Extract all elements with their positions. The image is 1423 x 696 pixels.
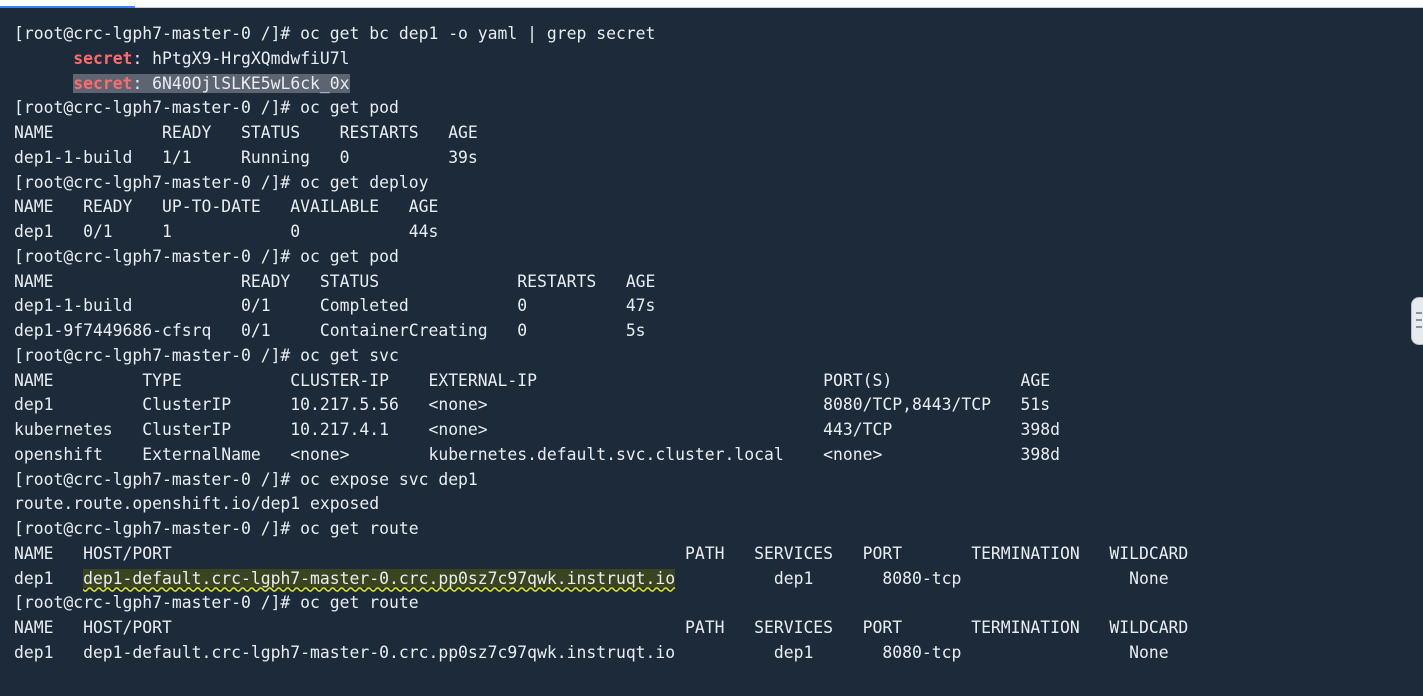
line-text xyxy=(14,49,73,68)
top-bar-accent xyxy=(0,6,135,8)
grip-handle-icon[interactable] xyxy=(1411,297,1423,345)
terminal-line: [root@crc-lgph7-master-0 /]# oc get depl… xyxy=(14,171,1404,196)
line-text: NAME HOST/PORT PATH SERVICES PORT TERMIN… xyxy=(14,618,1189,637)
grip-line xyxy=(1416,312,1422,314)
line-text: [root@crc-lgph7-master-0 /]# oc get bc d… xyxy=(14,24,656,43)
line-text: NAME READY STATUS RESTARTS AGE xyxy=(14,123,478,142)
terminal-line: [root@crc-lgph7-master-0 /]# oc get pod xyxy=(14,245,1404,270)
line-text: NAME READY UP-TO-DATE AVAILABLE AGE xyxy=(14,197,439,217)
line-text: kubernetes ClusterIP 10.217.4.1 <none> 4… xyxy=(14,420,1061,439)
terminal-output[interactable]: [root@crc-lgph7-master-0 /]# oc get bc d… xyxy=(14,22,1404,666)
terminal-line: [root@crc-lgph7-master-0 /]# oc get rout… xyxy=(14,517,1404,542)
line-text: dep1 0/1 1 0 44s xyxy=(14,222,439,241)
terminal-line: NAME READY STATUS RESTARTS AGE xyxy=(14,270,1404,295)
line-text: route.route.openshift.io/dep1 exposed xyxy=(14,494,380,514)
grip-line xyxy=(1416,319,1422,321)
line-text: : 6N40OjlSLKE5wL6ck_0x xyxy=(132,73,350,93)
line-text: dep1-1-build 0/1 Completed 0 47s xyxy=(14,296,656,316)
grip-line xyxy=(1416,326,1422,328)
terminal-window[interactable]: [root@crc-lgph7-master-0 /]# oc get bc d… xyxy=(0,0,1423,696)
terminal-line: secret: 6N40OjlSLKE5wL6ck_0x xyxy=(14,72,1404,97)
terminal-line: dep1 dep1-default.crc-lgph7-master-0.crc… xyxy=(14,641,1404,666)
terminal-line: [root@crc-lgph7-master-0 /]# oc get svc xyxy=(14,344,1404,369)
line-text: [root@crc-lgph7-master-0 /]# oc get pod xyxy=(14,246,399,266)
line-text xyxy=(14,74,73,93)
line-text: : hPtgX9-HrgXQmdwfiU7l xyxy=(132,48,350,68)
terminal-line: [root@crc-lgph7-master-0 /]# oc expose s… xyxy=(14,468,1404,493)
line-text: [root@crc-lgph7-master-0 /]# oc get svc xyxy=(14,345,399,365)
terminal-line: secret: hPtgX9-HrgXQmdwfiU7l xyxy=(14,47,1404,72)
terminal-line: kubernetes ClusterIP 10.217.4.1 <none> 4… xyxy=(14,418,1404,443)
terminal-line: NAME HOST/PORT PATH SERVICES PORT TERMIN… xyxy=(14,542,1404,567)
terminal-line: openshift ExternalName <none> kubernetes… xyxy=(14,443,1404,468)
line-text: dep1-9f7449686-cfsrq 0/1 ContainerCreati… xyxy=(14,321,646,340)
terminal-line: dep1 dep1-default.crc-lgph7-master-0.crc… xyxy=(14,567,1404,592)
terminal-line: dep1 0/1 1 0 44s xyxy=(14,220,1404,245)
terminal-line: NAME HOST/PORT PATH SERVICES PORT TERMIN… xyxy=(14,616,1404,641)
terminal-line: dep1-1-build 1/1 Running 0 39s xyxy=(14,146,1404,171)
terminal-line: NAME TYPE CLUSTER-IP EXTERNAL-IP PORT(S)… xyxy=(14,369,1404,394)
route-hostname: dep1-default.crc-lgph7-master-0.crc.pp0s… xyxy=(83,568,676,588)
terminal-line: NAME READY UP-TO-DATE AVAILABLE AGE xyxy=(14,195,1404,220)
line-text: dep1 dep1-default.crc-lgph7-master-0.crc… xyxy=(14,642,1169,662)
terminal-line: route.route.openshift.io/dep1 exposed xyxy=(14,492,1404,517)
terminal-line: [root@crc-lgph7-master-0 /]# oc get pod xyxy=(14,96,1404,121)
line-text: [root@crc-lgph7-master-0 /]# oc get rout… xyxy=(14,593,419,613)
line-text: dep1 8080-tcp None xyxy=(675,568,1169,588)
terminal-line: dep1 ClusterIP 10.217.5.56 <none> 8080/T… xyxy=(14,393,1404,418)
line-text: NAME HOST/PORT PATH SERVICES PORT TERMIN… xyxy=(14,543,1189,563)
line-text: dep1-1-build 1/1 Running 0 39s xyxy=(14,147,478,167)
terminal-line: [root@crc-lgph7-master-0 /]# oc get bc d… xyxy=(14,22,1404,47)
line-text: NAME TYPE CLUSTER-IP EXTERNAL-IP PORT(S)… xyxy=(14,370,1051,390)
line-text: [root@crc-lgph7-master-0 /]# oc get depl… xyxy=(14,172,429,192)
secret-keyword: secret xyxy=(73,48,133,68)
line-text: [root@crc-lgph7-master-0 /]# oc get pod xyxy=(14,98,399,118)
line-text: [root@crc-lgph7-master-0 /]# oc get rout… xyxy=(14,519,419,538)
line-text: NAME READY STATUS RESTARTS AGE xyxy=(14,271,656,291)
line-text: [root@crc-lgph7-master-0 /]# oc expose s… xyxy=(14,469,478,489)
terminal-line: [root@crc-lgph7-master-0 /]# oc get rout… xyxy=(14,591,1404,616)
line-text: dep1 ClusterIP 10.217.5.56 <none> 8080/T… xyxy=(14,395,1051,415)
secret-keyword: secret xyxy=(73,73,133,93)
terminal-line: dep1-9f7449686-cfsrq 0/1 ContainerCreati… xyxy=(14,319,1404,344)
terminal-line: NAME READY STATUS RESTARTS AGE xyxy=(14,121,1404,146)
terminal-line: dep1-1-build 0/1 Completed 0 47s xyxy=(14,294,1404,319)
top-border-bar xyxy=(0,0,1423,8)
line-text: dep1 xyxy=(14,568,84,588)
line-text: openshift ExternalName <none> kubernetes… xyxy=(14,444,1061,464)
